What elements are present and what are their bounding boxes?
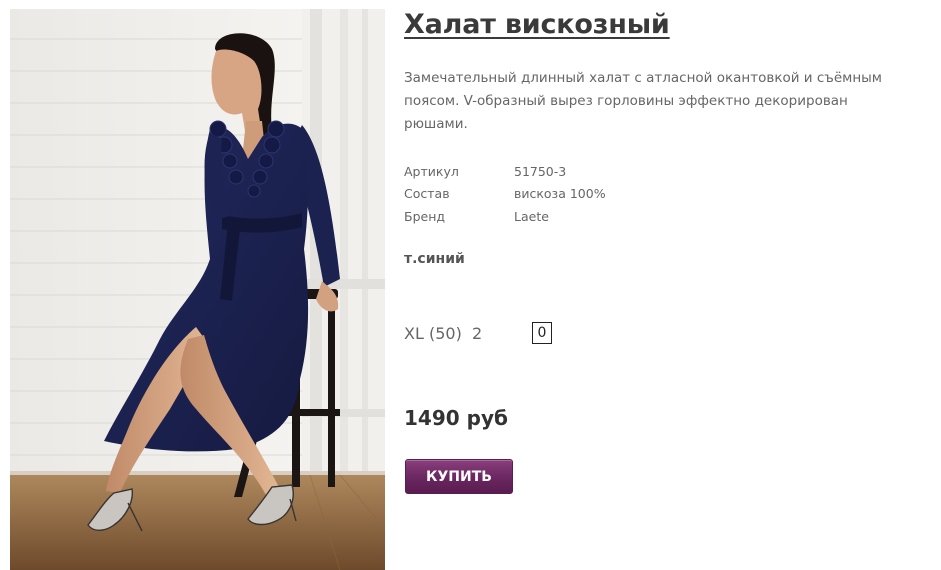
product-details: Халат вискозный Замечательный длинный ха… bbox=[404, 0, 924, 570]
product-photo-illustration bbox=[10, 9, 385, 570]
color-name: т.синий bbox=[404, 251, 465, 267]
product-title: Халат вискозный bbox=[404, 9, 670, 40]
product-photo[interactable] bbox=[10, 9, 385, 570]
property-row-composition: Состав вискоза 100% bbox=[404, 183, 606, 206]
quantity-input[interactable] bbox=[532, 322, 552, 344]
property-label: Артикул bbox=[404, 163, 459, 179]
property-value: вискоза 100% bbox=[514, 186, 606, 202]
product-description: Замечательный длинный халат с атласной о… bbox=[404, 70, 882, 132]
property-row-brand: Бренд Laete bbox=[404, 205, 606, 228]
property-label: Состав bbox=[404, 186, 450, 202]
product-price: 1490 руб bbox=[404, 406, 508, 430]
property-label: Бренд bbox=[404, 208, 446, 224]
property-value: Laete bbox=[514, 208, 549, 224]
product-properties: Артикул 51750-3 Состав вискоза 100% Брен… bbox=[404, 160, 606, 228]
property-row-article: Артикул 51750-3 bbox=[404, 160, 606, 183]
property-value: 51750-3 bbox=[514, 163, 567, 179]
size-label: XL (50) bbox=[404, 324, 462, 343]
stock-count: 2 bbox=[472, 324, 483, 343]
buy-button[interactable]: КУПИТЬ bbox=[405, 459, 513, 494]
